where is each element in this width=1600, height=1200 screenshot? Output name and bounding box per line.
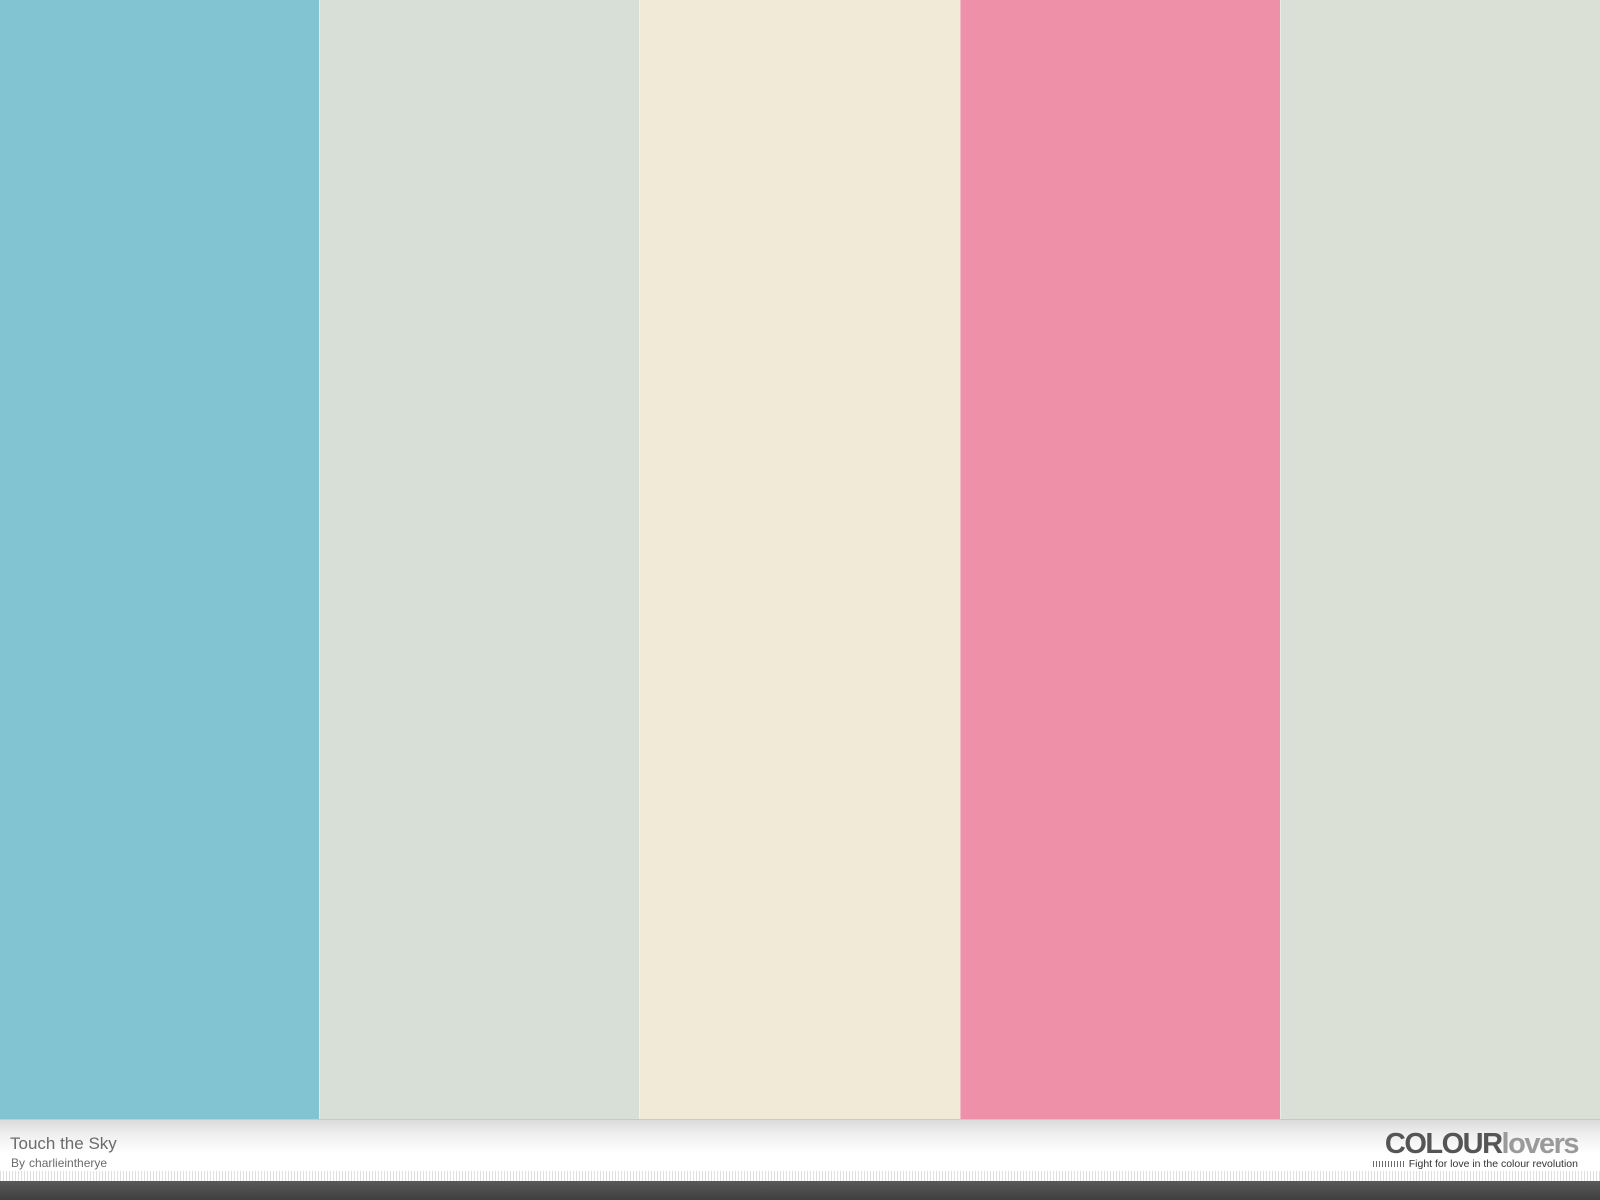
logo-word-colour: COLOUR	[1384, 1128, 1503, 1160]
swatch-5[interactable]	[1279, 0, 1600, 1119]
author-name-link[interactable]: charlieintherye	[29, 1156, 107, 1170]
palette-swatches	[0, 0, 1600, 1119]
swatch-3[interactable]	[639, 0, 960, 1119]
swatch-4[interactable]	[959, 0, 1280, 1119]
palette-author: By charlieintherye	[11, 1156, 107, 1170]
colourlovers-logo[interactable]: COLOURlovers Fight for love in the colou…	[1372, 1128, 1580, 1170]
author-prefix: By	[11, 1156, 26, 1170]
logo-wordmark: COLOURlovers	[1373, 1128, 1580, 1160]
logo-tagline: Fight for love in the colour revolution	[1408, 1158, 1578, 1170]
swatch-1[interactable]	[0, 0, 320, 1119]
palette-footer: Touch the Sky By charlieintherye COLOURlo…	[0, 1119, 1600, 1181]
logo-word-lovers: lovers	[1501, 1128, 1580, 1160]
palette-title[interactable]: Touch the Sky	[10, 1134, 117, 1154]
dotted-line-icon	[1372, 1161, 1405, 1167]
bottom-bar	[0, 1181, 1600, 1200]
palette-page: Touch the Sky By charlieintherye COLOURlo…	[0, 0, 1600, 1200]
swatch-2[interactable]	[319, 0, 640, 1119]
